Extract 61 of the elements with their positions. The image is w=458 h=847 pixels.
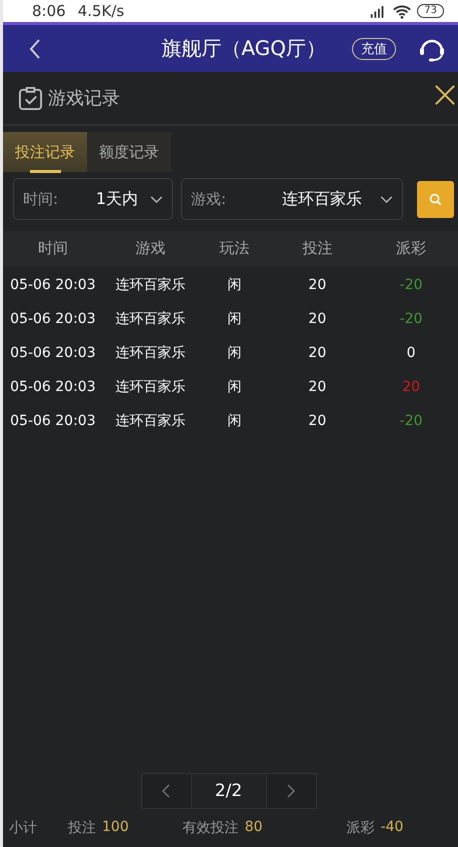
column-header: 投注 [301,239,334,258]
dropdown[interactable]: 时间: 1天内 [13,178,173,220]
search-button[interactable] [417,180,454,218]
dropdown-label: 时间: [23,190,58,208]
table-cell-text: 连环百家乐 [114,344,187,362]
table-cell-text: 闲 [226,276,242,294]
chevron-left-icon [162,784,170,798]
dropdown-value: 1天内 [96,188,138,210]
table-cell-text: 20 [307,311,328,327]
recharge-button[interactable]: 充值 [352,38,396,60]
table-cell-text: 闲 [226,344,242,362]
dropdown-value: 连环百家乐 [282,188,362,210]
column-header: 游戏 [134,239,167,258]
caret-icon [380,196,393,202]
page-title: 旗舰厅（AGQ厅） [161,35,326,62]
dropdown-label: 游戏: [191,190,226,208]
back-icon[interactable] [29,38,41,60]
summary-label: 投注 [68,819,96,837]
table-cell-text: 连环百家乐 [114,276,187,294]
summary-value: 80 [244,819,263,837]
column-header: 玩法 [218,239,250,258]
table-cell-text: 连环百家乐 [114,412,187,430]
summary-label: 派彩 [346,819,375,837]
caret-icon [150,196,163,202]
summary-value: -40 [380,819,404,837]
chevron-right-icon [287,784,295,798]
battery-level: 73 [417,4,444,18]
panel-title: 游戏记录 [48,87,120,110]
table-cell-text: 闲 [226,310,242,328]
table-cell-text: 20 [401,379,422,395]
table-cell-text: 05-06 20:03 [9,277,97,293]
clipboard-check-icon [18,86,43,110]
summary-label: 有效投注 [182,819,239,837]
network-speed: 4.5K/s [78,2,124,20]
tab[interactable]: 额度记录 [87,132,171,172]
table-cell-text: 05-06 20:03 [9,413,97,429]
search-icon [429,192,442,206]
table-cell-text: 连环百家乐 [114,310,187,328]
column-header: 时间 [36,239,69,258]
column-header: 派彩 [395,239,428,258]
table-cell-text: 闲 [226,378,242,396]
table-cell-text: 20 [307,277,328,293]
table-cell-text: 05-06 20:03 [9,311,97,327]
summary-value: 100 [102,819,129,837]
table-cell-text: 连环百家乐 [114,378,187,396]
table-cell-text: 20 [307,413,328,429]
table-cell-text: -20 [398,277,424,293]
table-cell-text: 0 [406,345,417,361]
table-cell-text: 05-06 20:03 [9,379,97,395]
clock: 8:06 [32,2,66,20]
table-cell-text: 20 [307,379,328,395]
tab[interactable]: 投注记录 [3,132,87,172]
table-cell-text: -20 [398,413,424,429]
close-icon[interactable] [434,84,456,106]
table-cell-text: -20 [398,311,424,327]
table-cell-text: 闲 [226,412,242,430]
dropdown[interactable]: 游戏: 连环百家乐 [181,178,403,220]
subtotal-label: 小计 [9,819,37,837]
table-cell-text: 05-06 20:03 [9,345,97,361]
wifi-icon [393,4,412,18]
table-cell-text: 20 [307,345,328,361]
